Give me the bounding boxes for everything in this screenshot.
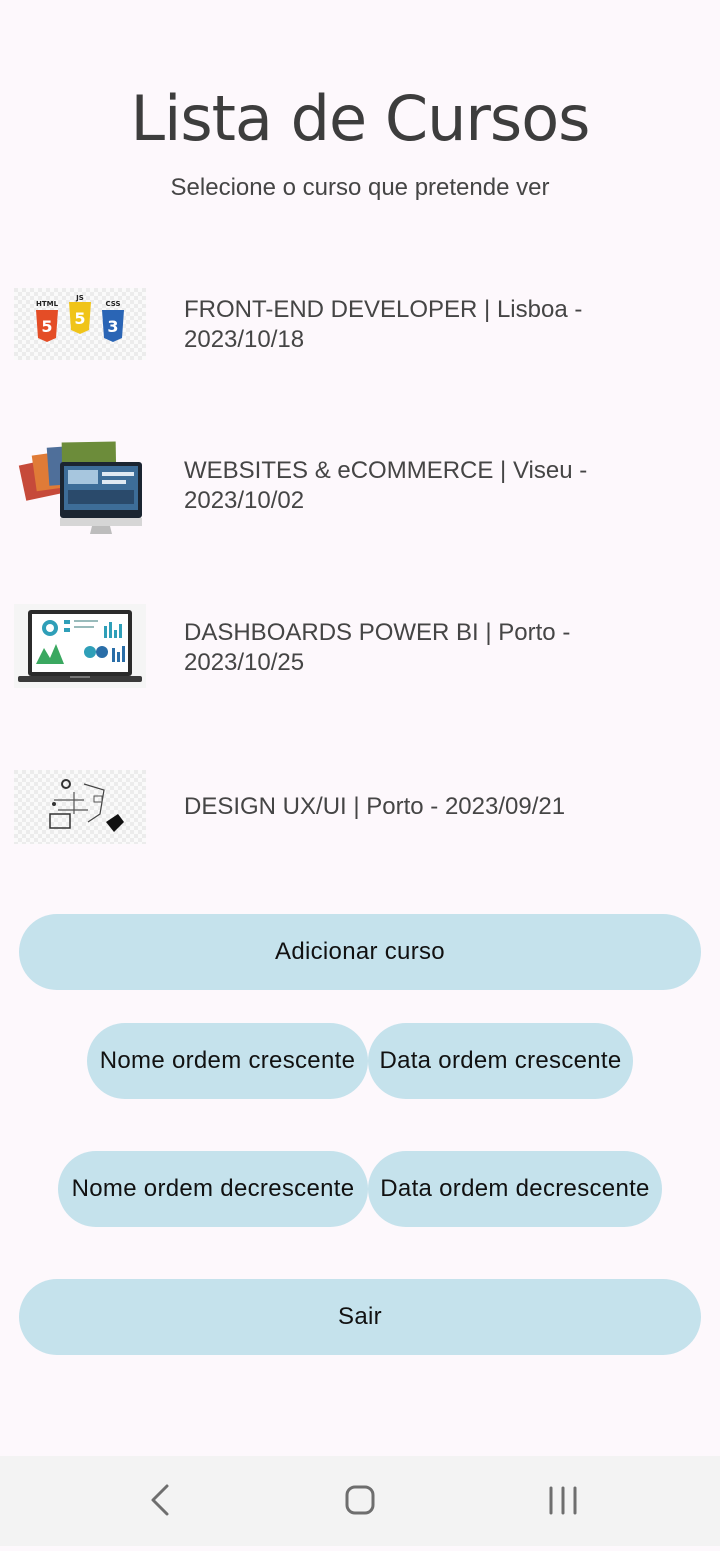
page-subtitle: Selecione o curso que pretende ver bbox=[170, 174, 550, 201]
svg-text:5: 5 bbox=[74, 309, 85, 328]
svg-text:3: 3 bbox=[107, 317, 118, 336]
home-icon[interactable] bbox=[300, 1456, 420, 1546]
course-label: DESIGN UX/UI | Porto - 2023/09/21 bbox=[184, 793, 566, 820]
websites-monitor-image bbox=[14, 430, 146, 542]
sort-name-asc-button[interactable]: Nome ordem crescente bbox=[87, 1023, 368, 1099]
svg-text:HTML: HTML bbox=[36, 300, 59, 308]
page-title: Lista de Cursos bbox=[130, 82, 591, 155]
course-item-front-end[interactable]: HTML 5 JS 5 CSS 3 FRONT-END DEVELOPER | … bbox=[14, 270, 706, 380]
sort-name-desc-button[interactable]: Nome ordem decrescente bbox=[58, 1151, 368, 1227]
sort-date-asc-button[interactable]: Data ordem crescente bbox=[368, 1023, 633, 1099]
sort-date-desc-button[interactable]: Data ordem decrescente bbox=[368, 1151, 662, 1227]
svg-text:CSS: CSS bbox=[105, 300, 120, 308]
course-item-websites[interactable]: WEBSITES & eCOMMERCE | Viseu - 2023/10/0… bbox=[14, 420, 706, 534]
course-label: WEBSITES & eCOMMERCE | Viseu - 2023/10/0… bbox=[184, 457, 588, 514]
back-icon[interactable] bbox=[100, 1456, 220, 1546]
exit-button[interactable]: Sair bbox=[19, 1279, 701, 1355]
course-item-dashboards[interactable]: DASHBOARDS POWER BI | Porto - 2023/10/25 bbox=[14, 594, 706, 704]
design-sketch-image bbox=[14, 770, 146, 844]
course-label: FRONT-END DEVELOPER | Lisboa - 2023/10/1… bbox=[184, 296, 583, 353]
course-label: DASHBOARDS POWER BI | Porto - 2023/10/25 bbox=[184, 619, 571, 676]
recents-icon[interactable] bbox=[503, 1456, 623, 1546]
dashboard-laptop-image bbox=[14, 604, 146, 688]
html-js-css-logos-image: HTML 5 JS 5 CSS 3 bbox=[14, 288, 146, 360]
navigation-bar bbox=[0, 1456, 720, 1546]
svg-text:5: 5 bbox=[41, 317, 52, 336]
add-course-button[interactable]: Adicionar curso bbox=[19, 914, 701, 990]
course-item-design[interactable]: DESIGN UX/UI | Porto - 2023/09/21 bbox=[14, 752, 706, 862]
svg-text:JS: JS bbox=[75, 294, 84, 302]
